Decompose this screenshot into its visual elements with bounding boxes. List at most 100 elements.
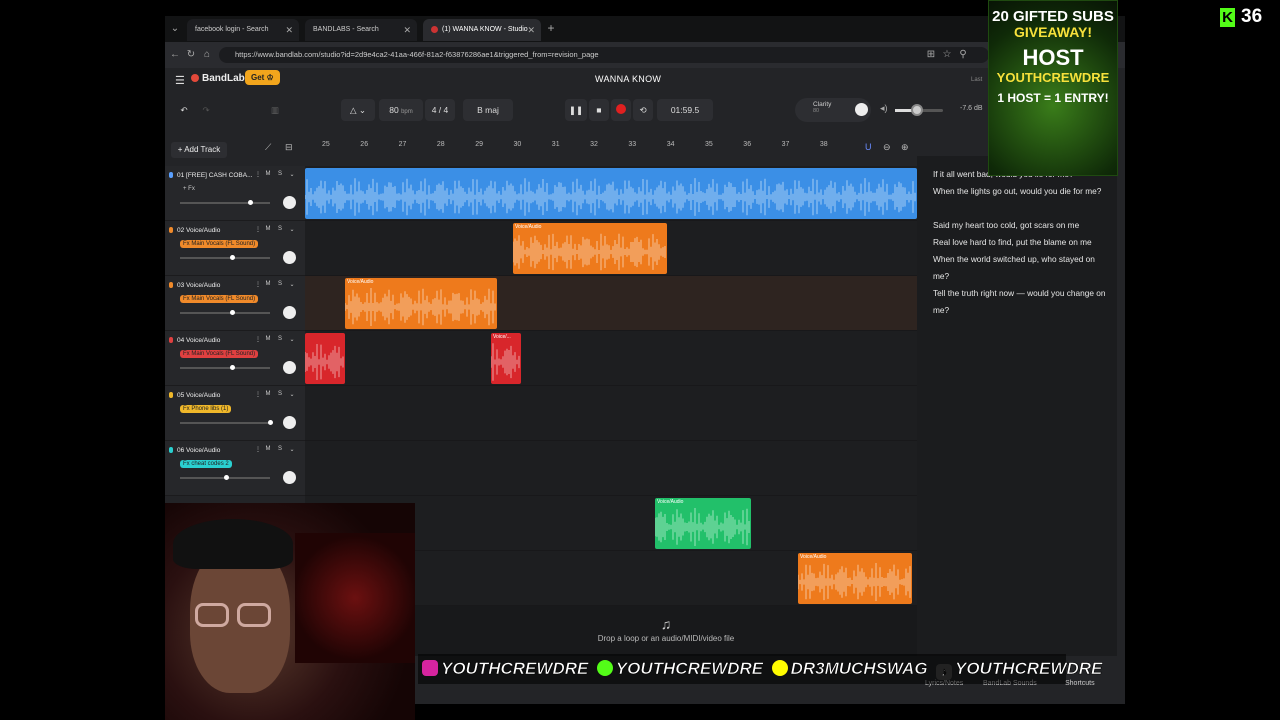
new-tab-icon[interactable]: + xyxy=(545,21,557,35)
audio-clip[interactable] xyxy=(305,168,917,219)
tab-facebook[interactable]: facebook login - Search ✕ xyxy=(187,19,299,41)
time-signature-field[interactable]: 4 / 4 xyxy=(425,99,455,121)
timeline-ruler[interactable]: 25 26 27 28 29 30 31 32 33 34 35 36 37 38 xyxy=(305,138,917,156)
undo-icon[interactable]: ↶ xyxy=(175,99,193,121)
track-lane[interactable] xyxy=(305,441,917,496)
more-icon[interactable]: ⋮ xyxy=(253,226,263,233)
pan-knob[interactable] xyxy=(283,471,296,484)
track-name[interactable]: 05 Voice/Audio xyxy=(177,392,220,399)
pause-button[interactable]: ❚❚ xyxy=(565,99,587,121)
audio-clip[interactable] xyxy=(305,333,345,384)
close-icon[interactable]: ✕ xyxy=(285,19,293,41)
track-header[interactable]: 01 [FREE] CASH COBA... ⋮ M S ⌄ + Fx xyxy=(165,166,305,221)
solo-button[interactable]: S xyxy=(275,171,285,177)
pan-knob[interactable] xyxy=(283,251,296,264)
pan-knob[interactable] xyxy=(283,196,296,209)
track-name[interactable]: 03 Voice/Audio xyxy=(177,282,220,289)
slider-knob[interactable] xyxy=(230,310,235,315)
mute-button[interactable]: M xyxy=(263,391,273,397)
effects-chip[interactable]: + Fx xyxy=(180,185,198,193)
track-volume-slider[interactable] xyxy=(180,200,270,205)
record-button[interactable] xyxy=(611,99,631,121)
effects-chip[interactable]: Fx cheat codes 2 xyxy=(180,460,232,468)
tab-list-icon[interactable]: ⌄ xyxy=(169,22,181,36)
loop-button[interactable]: ⟲ xyxy=(633,99,653,121)
menu-icon[interactable]: ☰ xyxy=(175,74,185,87)
mic-icon[interactable]: ⚲ xyxy=(957,48,969,62)
speaker-icon[interactable]: ◂) xyxy=(880,103,888,114)
track-volume-slider[interactable] xyxy=(180,365,270,370)
more-icon[interactable]: ⋮ xyxy=(253,391,263,398)
add-track-button[interactable]: + Add Track xyxy=(171,142,227,158)
track-header[interactable]: 05 Voice/Audio ⋮ M S ⌄ Fx Phone libs (1) xyxy=(165,386,305,441)
mute-button[interactable]: M xyxy=(263,446,273,452)
audio-clip[interactable]: Voice/Audio xyxy=(513,223,667,274)
audio-clip[interactable]: Voice/Audio xyxy=(655,498,751,549)
more-icon[interactable]: ⋮ xyxy=(253,171,263,178)
key-field[interactable]: B maj xyxy=(463,99,513,121)
pan-knob[interactable] xyxy=(283,361,296,374)
pan-knob[interactable] xyxy=(283,416,296,429)
project-title[interactable]: WANNA KNOW xyxy=(595,74,661,84)
track-name[interactable]: 02 Voice/Audio xyxy=(177,227,220,234)
chevron-down-icon[interactable]: ⌄ xyxy=(287,226,297,233)
tab-bandlabs-search[interactable]: BANDLABS - Search ✕ xyxy=(305,19,417,41)
zoom-out-icon[interactable]: ⊖ xyxy=(883,142,891,153)
close-icon[interactable]: ✕ xyxy=(403,19,411,41)
more-icon[interactable]: ⋮ xyxy=(253,336,263,343)
close-icon[interactable]: ✕ xyxy=(527,19,535,41)
reload-icon[interactable]: ↻ xyxy=(185,48,197,62)
chevron-down-icon[interactable]: ⌄ xyxy=(287,391,297,398)
bpm-field[interactable]: 80 bpm xyxy=(379,99,423,121)
track-volume-slider[interactable] xyxy=(180,255,270,260)
drop-zone[interactable]: ♫ Drop a loop or an audio/MIDI/video fil… xyxy=(415,606,917,656)
slider-knob[interactable] xyxy=(268,420,273,425)
effects-chip[interactable]: Fx Main Vocals (FL Sound) xyxy=(180,295,259,303)
more-icon[interactable]: ⋮ xyxy=(253,446,263,453)
zoom-in-icon[interactable]: ⊕ xyxy=(901,142,909,153)
lyrics-panel[interactable]: If it all went bad, would you lie for me… xyxy=(917,156,1117,656)
track-name[interactable]: 01 [FREE] CASH COBA... xyxy=(177,172,253,179)
effects-chip[interactable]: Fx Main Vocals (FL Sound) xyxy=(180,350,259,358)
effects-chip[interactable]: Fx Phone libs (1) xyxy=(180,405,232,413)
effects-chip[interactable]: Fx Main Vocals (FL Sound) xyxy=(180,240,259,248)
clarity-toggle[interactable]: Clarity 80 xyxy=(795,98,871,122)
audio-clip[interactable]: Voice/... xyxy=(491,333,521,384)
track-lane[interactable]: Voice/Audio xyxy=(305,276,917,331)
metronome-button[interactable]: △ ⌄ xyxy=(341,99,375,121)
chevron-down-icon[interactable]: ⌄ xyxy=(287,171,297,178)
slider-knob[interactable] xyxy=(248,200,253,205)
audio-clip[interactable]: Voice/Audio xyxy=(345,278,497,329)
track-header[interactable]: 06 Voice/Audio ⋮ M S ⌄ Fx cheat codes 2 xyxy=(165,441,305,496)
more-icon[interactable]: ⋮ xyxy=(253,281,263,288)
track-name[interactable]: 04 Voice/Audio xyxy=(177,337,220,344)
audio-clip[interactable]: Voice/Audio xyxy=(798,553,912,604)
solo-button[interactable]: S xyxy=(275,281,285,287)
master-volume-slider[interactable] xyxy=(895,104,943,116)
chevron-down-icon[interactable]: ⌄ xyxy=(287,446,297,453)
snap-icon[interactable]: U xyxy=(865,142,872,152)
track-volume-slider[interactable] xyxy=(180,420,273,425)
volume-knob[interactable] xyxy=(910,104,923,116)
piano-icon[interactable]: ▥ xyxy=(265,99,285,121)
tool-icon[interactable]: ⟋ xyxy=(265,142,271,153)
track-header[interactable]: 02 Voice/Audio ⋮ M S ⌄ Fx Main Vocals (FL Sou… xyxy=(165,221,305,276)
mute-button[interactable]: M xyxy=(263,226,273,232)
solo-button[interactable]: S xyxy=(275,391,285,397)
mute-button[interactable]: M xyxy=(263,281,273,287)
slider-knob[interactable] xyxy=(224,475,229,480)
url-input[interactable]: https://www.bandlab.com/studio?id=2d9e4c… xyxy=(219,47,989,63)
track-name[interactable]: 06 Voice/Audio xyxy=(177,447,220,454)
track-volume-slider[interactable] xyxy=(180,475,270,480)
track-lane[interactable] xyxy=(305,166,917,221)
grid-icon[interactable]: ⊟ xyxy=(285,142,293,153)
chevron-down-icon[interactable]: ⌄ xyxy=(287,281,297,288)
chevron-down-icon[interactable]: ⌄ xyxy=(287,336,297,343)
bookmark-icon[interactable]: ☆ xyxy=(941,48,953,62)
home-icon[interactable]: ⌂ xyxy=(201,48,213,62)
stop-button[interactable]: ■ xyxy=(589,99,609,121)
solo-button[interactable]: S xyxy=(275,336,285,342)
back-icon[interactable]: ← xyxy=(169,48,181,62)
track-header[interactable]: 03 Voice/Audio ⋮ M S ⌄ Fx Main Vocals (FL Sou… xyxy=(165,276,305,331)
track-lane[interactable] xyxy=(305,386,917,441)
